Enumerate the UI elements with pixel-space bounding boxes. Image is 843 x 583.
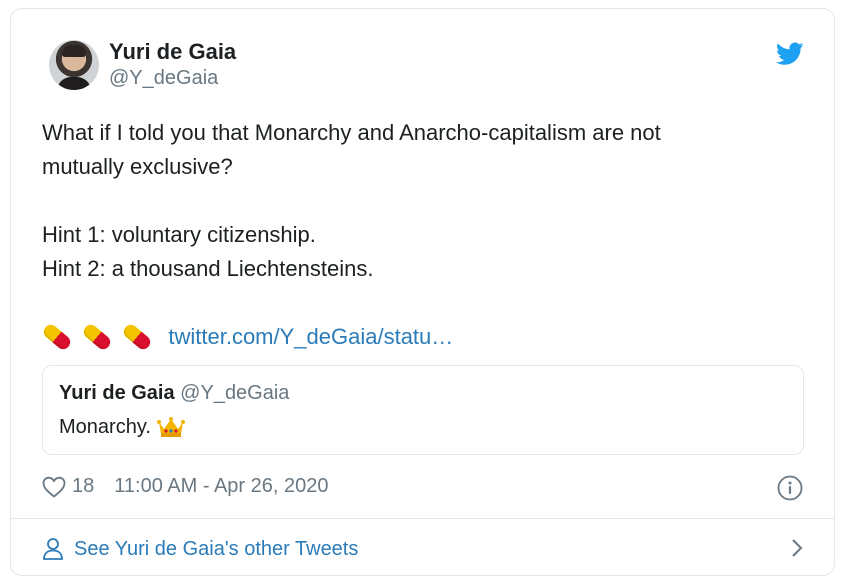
footer-divider — [11, 518, 834, 519]
author-avatar[interactable] — [49, 40, 99, 90]
quoted-author-name: Yuri de Gaia — [59, 382, 175, 404]
info-icon[interactable] — [777, 475, 803, 501]
pill-emoji-icon — [41, 321, 73, 353]
quoted-tweet-text-row: Monarchy. — [59, 412, 787, 442]
tweet-timestamp[interactable]: 11:00 AM - Apr 26, 2020 — [114, 475, 328, 498]
tweet-text-line: Hint 1: voluntary citizenship. — [42, 222, 316, 247]
crown-emoji-icon — [156, 417, 185, 437]
person-icon — [43, 538, 63, 560]
pill-emoji-icon — [81, 321, 114, 353]
quoted-tweet-header: Yuri de Gaia @Y_deGaia — [59, 380, 787, 406]
tweet-text-line: mutually exclusive? — [42, 154, 233, 179]
tweet-header: Yuri de Gaia @Y_deGaia — [49, 39, 236, 91]
tweet-meta: 18 11:00 AM - Apr 26, 2020 — [42, 475, 328, 498]
heart-icon[interactable] — [42, 476, 66, 498]
tweet-link-line: twitter.com/Y_deGaia/statu… — [41, 320, 802, 354]
see-other-tweets-link[interactable]: See Yuri de Gaia's other Tweets — [74, 538, 358, 561]
quoted-tweet-text: Monarchy. — [59, 416, 151, 438]
tweet-text-line: What if I told you that Monarchy and Ana… — [42, 120, 661, 145]
tweet-text-gap — [42, 184, 802, 218]
embedded-tweet-card: Yuri de Gaia @Y_deGaia What if I told yo… — [10, 8, 835, 576]
quoted-tweet[interactable]: Yuri de Gaia @Y_deGaia Monarchy. — [42, 365, 804, 455]
footer-link-row[interactable]: See Yuri de Gaia's other Tweets — [42, 535, 804, 563]
author-display-name[interactable]: Yuri de Gaia — [109, 39, 236, 65]
author-names: Yuri de Gaia @Y_deGaia — [109, 39, 236, 91]
chevron-right-icon[interactable] — [790, 537, 804, 559]
tweet-body: What if I told you that Monarchy and Ana… — [41, 116, 802, 354]
like-count[interactable]: 18 — [72, 475, 94, 498]
pill-emoji-icon — [121, 321, 154, 353]
author-handle[interactable]: @Y_deGaia — [109, 65, 236, 91]
twitter-bird-icon[interactable] — [776, 42, 804, 66]
tweet-text-line: Hint 2: a thousand Liechtensteins. — [42, 256, 374, 281]
tweet-text-gap — [42, 286, 802, 320]
tweet-link[interactable]: twitter.com/Y_deGaia/statu… — [168, 324, 453, 349]
quoted-author-handle: @Y_deGaia — [180, 382, 290, 404]
